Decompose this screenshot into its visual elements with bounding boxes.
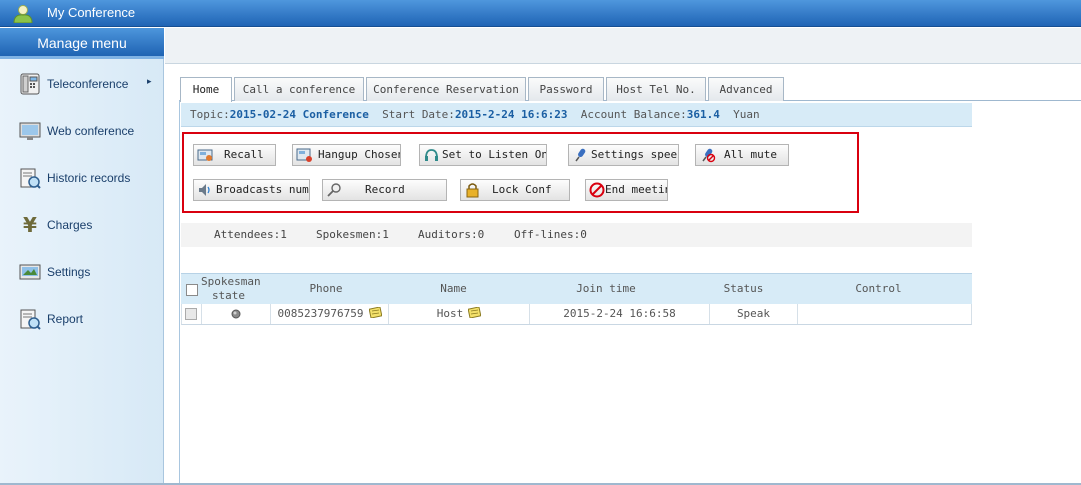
sidebar-header: Manage menu bbox=[0, 28, 164, 59]
join-time-cell: 2015-2-24 16:6:58 bbox=[530, 304, 710, 324]
start-date-value: 2015-2-24 16:6:23 bbox=[454, 108, 568, 121]
sidebar-item-label: Teleconference bbox=[47, 77, 129, 91]
search-icon bbox=[327, 183, 341, 197]
listen-only-button[interactable]: Set to Listen Only bbox=[419, 144, 547, 166]
balance-value: 361.4 bbox=[686, 108, 720, 121]
spokesman-state-cell bbox=[202, 304, 271, 324]
status-cell: Speak bbox=[710, 304, 798, 324]
tab-password[interactable]: Password bbox=[528, 77, 604, 101]
column-header-phone: Phone bbox=[309, 282, 343, 295]
title-bar: My Conference bbox=[0, 0, 1081, 27]
state-dot-icon bbox=[231, 309, 241, 319]
control-cell bbox=[798, 304, 971, 324]
column-header-join-time: Join time bbox=[576, 282, 636, 295]
recall-icon bbox=[197, 149, 213, 161]
tab-conference-reservation[interactable]: Conference Reservation bbox=[366, 77, 526, 101]
row-checkbox[interactable] bbox=[185, 308, 197, 320]
sidebar-item-historic-records[interactable]: Historic records bbox=[0, 159, 164, 199]
chevron-right-icon: ▸ bbox=[147, 76, 152, 86]
recall-label: Recall bbox=[224, 148, 264, 161]
table-row: 0085237976759 Host 2015-2-24 16:6:58 Spe… bbox=[181, 304, 972, 325]
record-label: Record bbox=[365, 183, 405, 196]
name-cell: Host bbox=[389, 304, 530, 324]
name-value: Host bbox=[436, 307, 464, 320]
app-title: My Conference bbox=[47, 5, 136, 20]
listen-only-label: Set to Listen Only bbox=[442, 148, 547, 161]
settings-speech-label: Settings speech bbox=[591, 148, 678, 161]
broadcasts-number-button[interactable]: Broadcasts number bbox=[193, 179, 310, 201]
svg-text:¥: ¥ bbox=[23, 214, 37, 236]
phone-cell: 0085237976759 bbox=[271, 304, 389, 324]
broadcasts-number-label: Broadcasts number bbox=[216, 183, 309, 196]
end-meeting-label: End meeting bbox=[605, 183, 667, 196]
top-strip bbox=[165, 28, 1081, 64]
stop-icon bbox=[589, 182, 605, 198]
conference-info-bar: Topic:2015-02-24 Conference Start Date:2… bbox=[181, 103, 972, 127]
select-all-checkbox[interactable] bbox=[186, 284, 198, 296]
column-header-status: Status bbox=[723, 282, 764, 295]
offlines-count: Off-lines:0 bbox=[514, 228, 587, 241]
attendees-count: Attendees:1 bbox=[214, 228, 287, 241]
auditors-count: Auditors:0 bbox=[418, 228, 485, 241]
topic-label: Topic: bbox=[190, 108, 230, 121]
speaker-icon bbox=[199, 184, 210, 196]
phone-value: 0085237976759 bbox=[277, 307, 364, 320]
tab-home[interactable]: Home bbox=[180, 77, 232, 102]
edit-note-icon[interactable] bbox=[368, 307, 382, 318]
tab-advanced[interactable]: Advanced bbox=[708, 77, 784, 101]
participants-table-header: Spokesman state Phone Name Join time Sta… bbox=[181, 273, 972, 304]
hangup-chosen-button[interactable]: Hangup Chosen bbox=[292, 144, 401, 166]
edit-note-icon[interactable] bbox=[468, 307, 482, 318]
all-mute-button[interactable]: All mute bbox=[695, 144, 789, 166]
hangup-icon bbox=[296, 148, 312, 162]
microphone-icon bbox=[575, 148, 586, 162]
recall-button[interactable]: Recall bbox=[193, 144, 276, 166]
start-date-label: Start Date: bbox=[382, 108, 455, 121]
sidebar-item-settings[interactable]: Settings bbox=[0, 253, 164, 293]
lock-conf-button[interactable]: Lock Conf bbox=[460, 179, 570, 201]
topic-value: 2015-02-24 Conference bbox=[229, 108, 369, 121]
yen-icon: ¥ bbox=[23, 214, 37, 236]
record-button[interactable]: Record bbox=[322, 179, 447, 201]
all-mute-label: All mute bbox=[724, 148, 777, 161]
history-icon bbox=[20, 168, 41, 189]
participant-stats: Attendees:1 Spokesmen:1 Auditors:0 Off-l… bbox=[181, 223, 972, 247]
column-header-control: Control bbox=[855, 282, 902, 295]
settings-speech-button[interactable]: Settings speech bbox=[568, 144, 679, 166]
sidebar-item-report[interactable]: Report bbox=[0, 300, 164, 340]
tab-call-conference[interactable]: Call a conference bbox=[234, 77, 364, 101]
mute-microphone-icon bbox=[702, 148, 716, 163]
sidebar-item-label: Report bbox=[47, 312, 84, 326]
settings-icon bbox=[19, 264, 41, 280]
column-header-name: Name bbox=[440, 282, 467, 295]
report-icon bbox=[20, 309, 41, 330]
spokesmen-count: Spokesmen:1 bbox=[316, 228, 389, 241]
sidebar-item-web-conference[interactable]: Web conference bbox=[0, 112, 164, 152]
headphones-icon bbox=[425, 149, 438, 161]
phone-icon bbox=[20, 73, 40, 95]
sidebar-item-label: Settings bbox=[47, 265, 91, 279]
sidebar-item-label: Web conference bbox=[47, 124, 135, 138]
user-icon bbox=[13, 5, 33, 23]
hangup-chosen-label: Hangup Chosen bbox=[318, 148, 401, 161]
web-conference-icon bbox=[19, 122, 41, 140]
sidebar-item-label: Historic records bbox=[47, 171, 131, 185]
lock-icon bbox=[466, 183, 479, 198]
end-meeting-button[interactable]: End meeting bbox=[585, 179, 668, 201]
row-select-cell bbox=[182, 304, 202, 324]
sidebar: Manage menu Teleconference ▸ Web confere… bbox=[0, 28, 164, 485]
lock-conf-label: Lock Conf bbox=[492, 183, 552, 196]
sidebar-item-charges[interactable]: ¥ Charges bbox=[0, 206, 164, 246]
column-header-spokesman-state: Spokesman state bbox=[201, 275, 261, 302]
sidebar-item-label: Charges bbox=[47, 218, 93, 232]
tab-host-tel-no[interactable]: Host Tel No. bbox=[606, 77, 706, 101]
sidebar-item-teleconference[interactable]: Teleconference ▸ bbox=[0, 65, 164, 105]
currency-label: Yuan bbox=[733, 108, 760, 121]
balance-label: Account Balance: bbox=[580, 108, 687, 121]
